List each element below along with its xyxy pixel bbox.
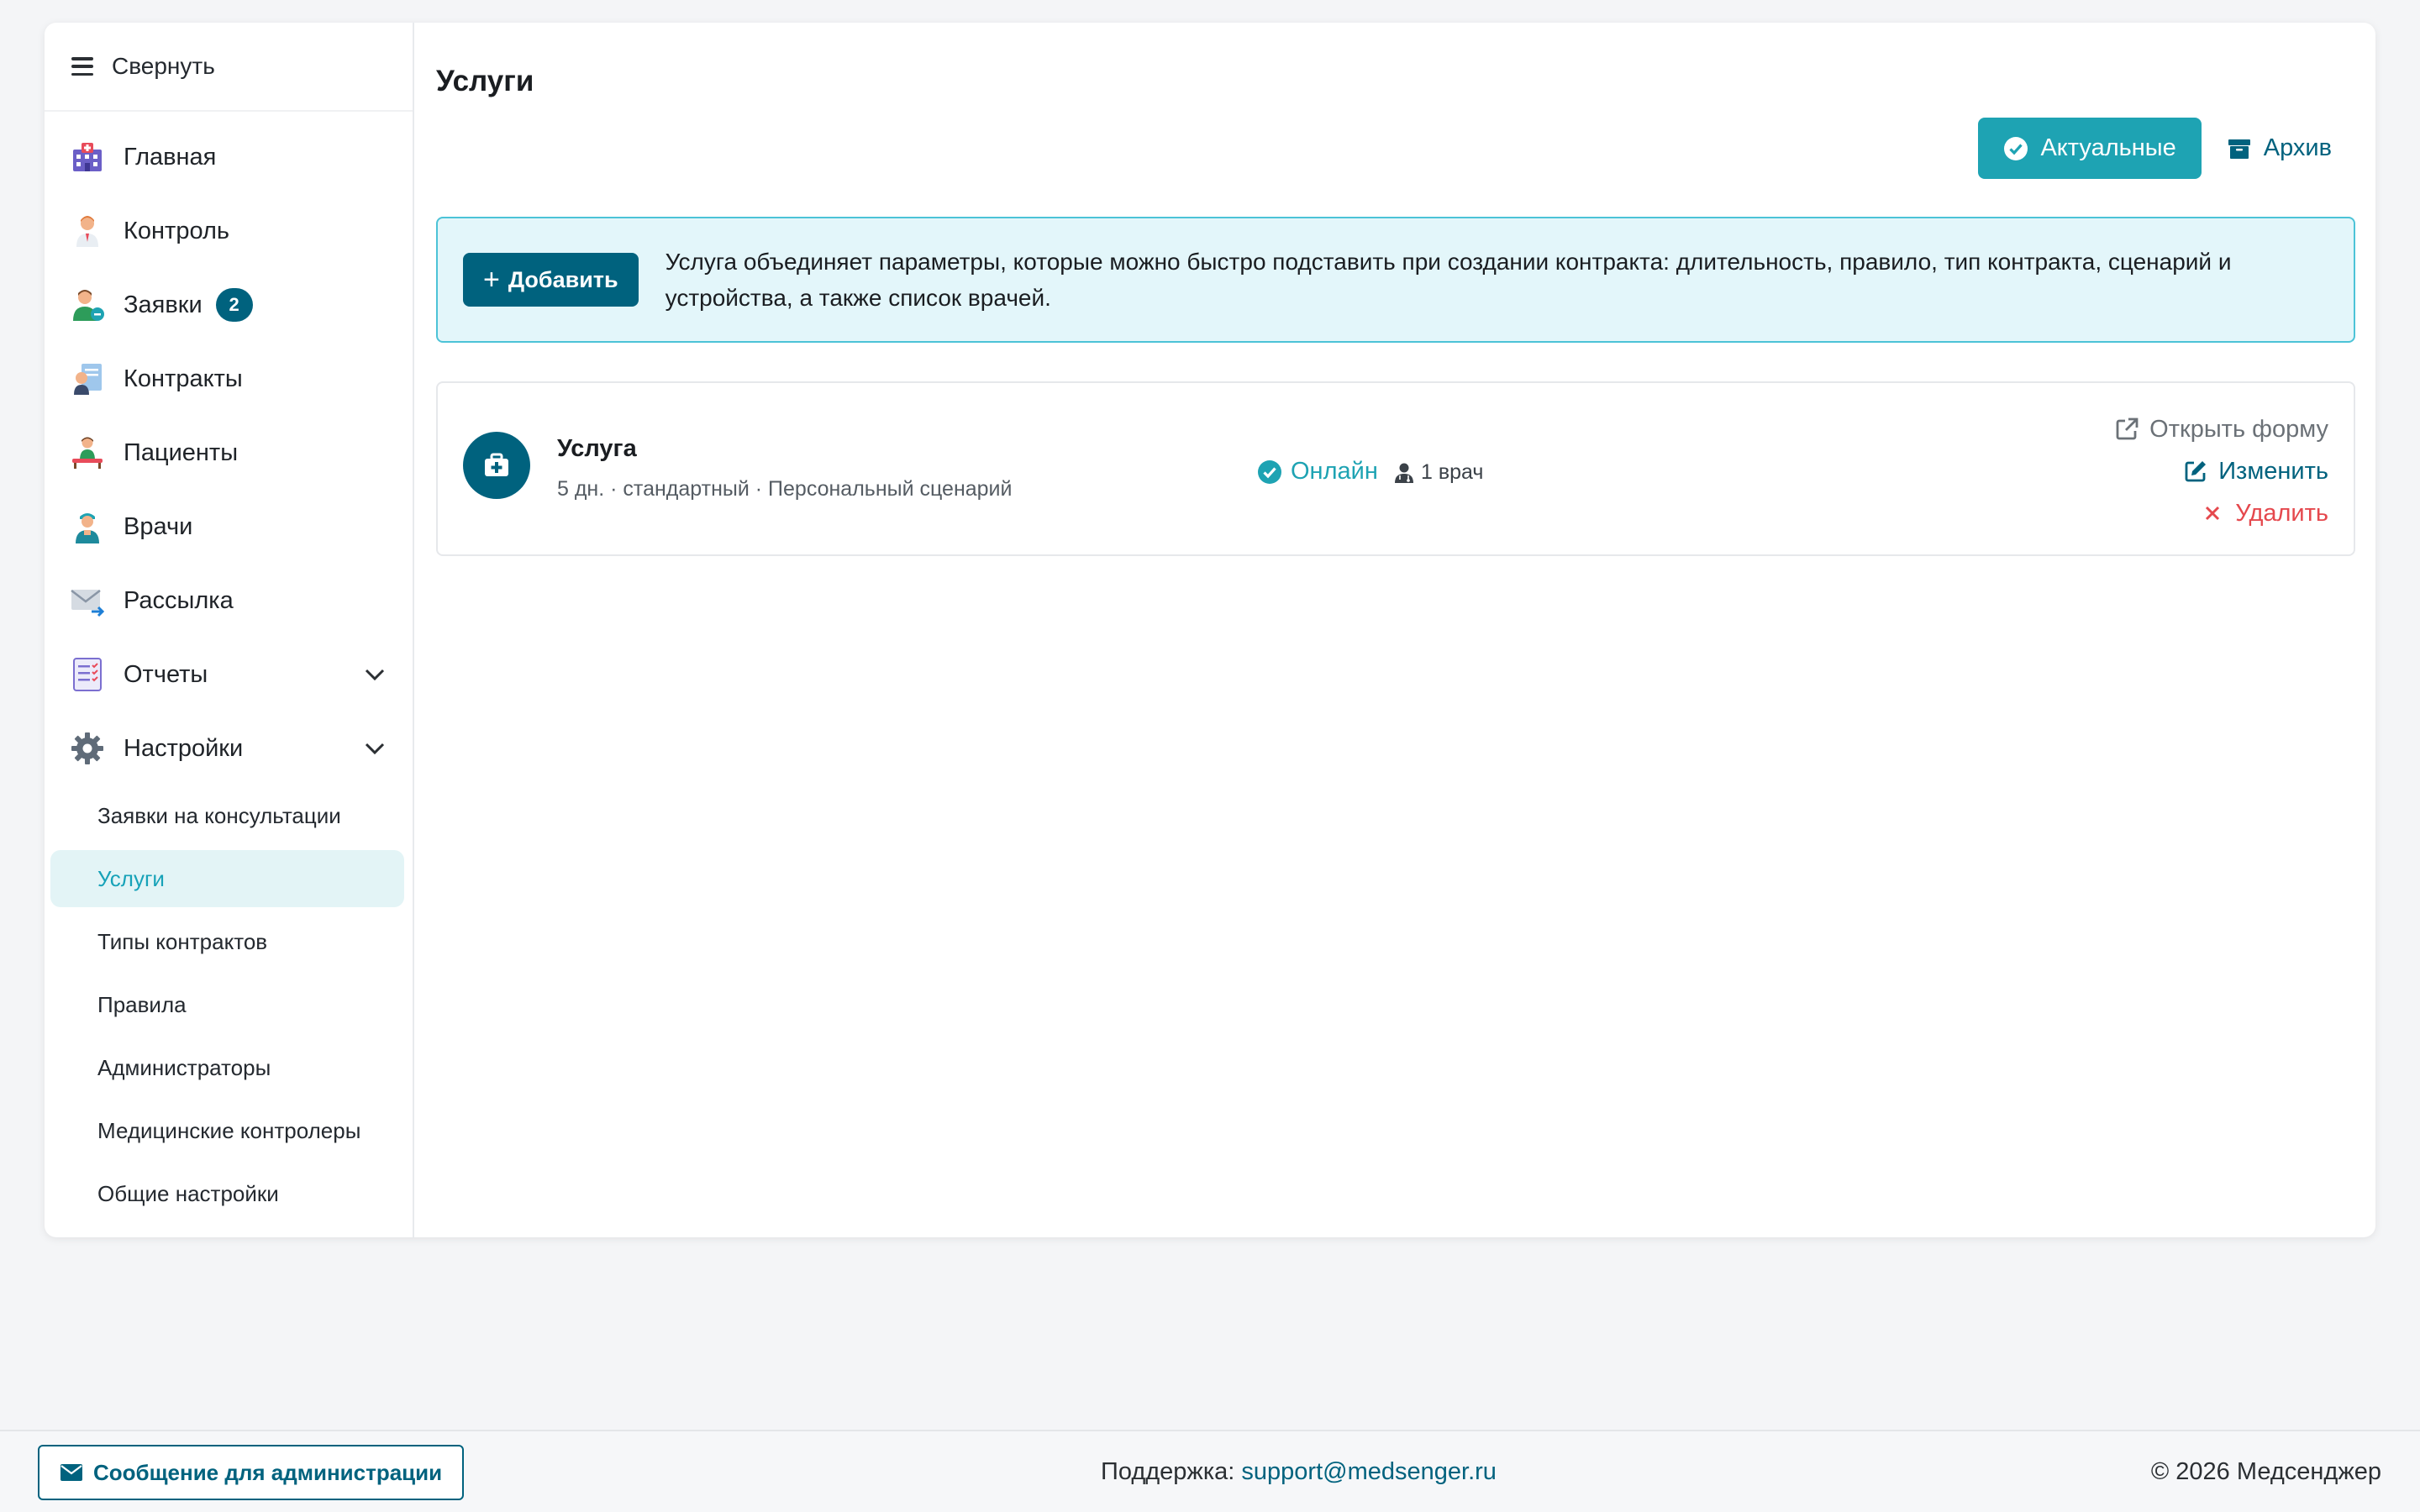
doctor-user-icon — [1395, 463, 1413, 483]
gear-icon — [70, 731, 105, 766]
edit-icon — [2185, 461, 2207, 482]
sidebar-item-label: Главная — [124, 143, 217, 171]
actual-filter-button[interactable]: Актуальные — [1978, 118, 2202, 179]
service-actions: Открыть форму Изменить Удалить — [2114, 408, 2328, 534]
envelope-icon — [60, 1464, 82, 1481]
sidebar-item-reports[interactable]: Отчеты — [45, 638, 413, 711]
archive-filter-button[interactable]: Архив — [2202, 118, 2332, 179]
info-banner: + Добавить Услуга объединяет параметры, … — [436, 217, 2355, 343]
submenu-item-contract-types[interactable]: Типы контрактов — [50, 913, 404, 970]
settings-submenu: Заявки на консультации Услуги Типы контр… — [45, 785, 413, 1222]
sidebar-item-label: Настройки — [124, 734, 244, 762]
sidebar-item-mailing[interactable]: Рассылка — [45, 564, 413, 638]
message-admin-label: Сообщение для администрации — [93, 1459, 443, 1485]
service-doctors-label: 1 врач — [1421, 460, 1484, 484]
submenu-item-consultation-requests[interactable]: Заявки на консультации — [50, 787, 404, 844]
sidebar-item-label: Отчеты — [124, 660, 208, 688]
chevron-down-icon — [365, 669, 385, 681]
message-admin-button[interactable]: Сообщение для администрации — [38, 1445, 465, 1500]
service-status-label: Онлайн — [1291, 458, 1378, 485]
main-content: Услуги Актуальные Архив + Добавить Услуг… — [414, 23, 2375, 1237]
physician-icon — [70, 509, 105, 544]
sidebar-item-contracts[interactable]: Контракты — [45, 342, 413, 416]
sidebar-item-label: Пациенты — [124, 438, 239, 466]
requests-count-badge: 2 — [215, 288, 253, 322]
service-doctors-count: 1 врач — [1394, 460, 1483, 485]
add-service-label: Добавить — [508, 266, 618, 292]
external-link-icon — [2116, 417, 2139, 440]
sidebar-item-label: Врачи — [124, 512, 193, 540]
requests-icon — [70, 287, 105, 323]
copyright: © 2026 Медсенджер — [2150, 1458, 2381, 1485]
submenu-item-services[interactable]: Услуги — [50, 850, 404, 907]
sidebar-item-label: Контракты — [124, 365, 243, 392]
contracts-icon — [70, 361, 105, 396]
sidebar-item-label: Рассылка — [124, 586, 234, 614]
service-list-item: Услуга 5 дн. · стандартный · Персональны… — [436, 381, 2355, 556]
sidebar: Свернуть Главная Контроль Заявки 2 Контр… — [45, 23, 414, 1237]
sidebar-item-control[interactable]: Контроль — [45, 194, 413, 268]
sidebar-item-patients[interactable]: Пациенты — [45, 416, 413, 490]
reports-icon — [70, 657, 105, 692]
medical-kit-icon — [463, 432, 530, 499]
patients-icon — [70, 435, 105, 470]
footer: Сообщение для администрации Поддержка: s… — [0, 1430, 2420, 1512]
archive-icon — [2228, 139, 2250, 159]
page-title: Услуги — [436, 65, 534, 97]
delete-service-button[interactable]: Удалить — [2200, 492, 2328, 534]
chevron-down-icon — [365, 743, 385, 755]
sidebar-item-requests[interactable]: Заявки 2 — [45, 268, 413, 342]
hamburger-icon — [71, 57, 93, 76]
archive-filter-label: Архив — [2263, 134, 2332, 161]
info-text: Услуга объединяет параметры, которые мож… — [665, 249, 2232, 311]
add-service-button[interactable]: + Добавить — [463, 253, 639, 307]
edit-service-button[interactable]: Изменить — [2183, 450, 2328, 492]
support-label: Поддержка: — [1101, 1458, 1235, 1485]
mail-icon — [70, 583, 105, 618]
delete-service-label: Удалить — [2235, 499, 2328, 527]
open-form-link[interactable]: Открыть форму — [2114, 408, 2328, 450]
check-circle-icon — [1258, 459, 1281, 484]
actual-filter-label: Актуальные — [2040, 134, 2176, 161]
sidebar-nav: Главная Контроль Заявки 2 Контракты Паци… — [45, 112, 413, 785]
service-meta: 5 дн. · стандартный · Персональный сцена… — [557, 477, 1013, 501]
sidebar-item-label: Заявки — [124, 291, 203, 318]
submenu-item-administrators[interactable]: Администраторы — [50, 1039, 404, 1096]
sidebar-collapse-button[interactable]: Свернуть — [45, 23, 413, 112]
sidebar-item-settings[interactable]: Настройки — [45, 711, 413, 785]
sidebar-item-home[interactable]: Главная — [45, 120, 413, 194]
support-email-link[interactable]: support@medsenger.ru — [1241, 1458, 1497, 1485]
filter-toggle: Актуальные Архив — [1978, 118, 2332, 179]
submenu-item-general-settings[interactable]: Общие настройки — [50, 1165, 404, 1222]
close-icon — [2206, 506, 2220, 521]
service-status: Онлайн — [1257, 458, 1378, 486]
hospital-icon — [70, 139, 105, 175]
sidebar-item-doctors[interactable]: Врачи — [45, 490, 413, 564]
support-info: Поддержка: support@medsenger.ru — [1101, 1458, 1497, 1486]
app-card: Свернуть Главная Контроль Заявки 2 Контр… — [45, 23, 2375, 1237]
check-circle-icon — [2004, 136, 2028, 160]
open-form-label: Открыть форму — [2149, 415, 2328, 443]
sidebar-collapse-label: Свернуть — [112, 53, 215, 79]
sidebar-item-label: Контроль — [124, 217, 229, 244]
submenu-item-rules[interactable]: Правила — [50, 976, 404, 1033]
doctor-icon — [70, 213, 105, 249]
edit-service-label: Изменить — [2218, 457, 2328, 485]
plus-icon: + — [483, 264, 500, 296]
submenu-item-medical-controllers[interactable]: Медицинские контролеры — [50, 1102, 404, 1159]
service-name: Услуга — [557, 435, 637, 462]
